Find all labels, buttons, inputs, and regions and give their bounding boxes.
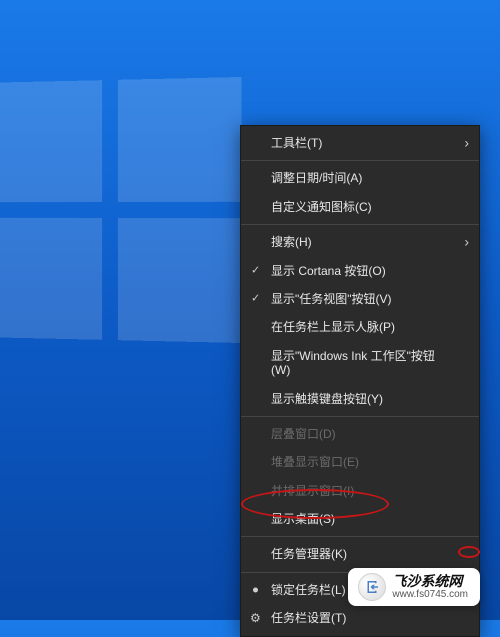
menu-item-show-windows-ink[interactable]: 显示"Windows Ink 工作区"按钮(W) [241, 342, 479, 385]
menu-separator [241, 160, 479, 161]
attribution-badge: 飞沙系统网 www.fs0745.com [348, 568, 480, 606]
menu-separator [241, 416, 479, 417]
menu-item-taskbar-settings[interactable]: 任务栏设置(T) [241, 604, 479, 632]
menu-item-stacked-windows: 堆叠显示窗口(E) [241, 448, 479, 476]
menu-item-search[interactable]: 搜索(H) [241, 228, 479, 256]
menu-item-cascade-windows: 层叠窗口(D) [241, 420, 479, 448]
menu-item-show-task-view[interactable]: 显示"任务视图"按钮(V) [241, 285, 479, 313]
attribution-logo-icon [358, 573, 386, 601]
windows-logo [0, 77, 242, 343]
attribution-url: www.fs0745.com [392, 589, 468, 600]
menu-item-side-by-side: 并排显示窗口(I) [241, 477, 479, 505]
menu-item-toolbars[interactable]: 工具栏(T) [241, 129, 479, 157]
menu-item-adjust-datetime[interactable]: 调整日期/时间(A) [241, 164, 479, 192]
menu-item-task-manager[interactable]: 任务管理器(K) [241, 540, 479, 568]
menu-item-show-cortana[interactable]: 显示 Cortana 按钮(O) [241, 257, 479, 285]
menu-item-customize-notification-icons[interactable]: 自定义通知图标(C) [241, 193, 479, 221]
menu-separator [241, 224, 479, 225]
menu-separator [241, 536, 479, 537]
menu-item-show-people[interactable]: 在任务栏上显示人脉(P) [241, 313, 479, 341]
taskbar-context-menu: 工具栏(T) 调整日期/时间(A) 自定义通知图标(C) 搜索(H) 显示 Co… [240, 125, 480, 637]
menu-item-show-touch-keyboard[interactable]: 显示触摸键盘按钮(Y) [241, 385, 479, 413]
menu-item-show-desktop[interactable]: 显示桌面(S) [241, 505, 479, 533]
attribution-text: 飞沙系统网 www.fs0745.com [392, 574, 468, 599]
attribution-title: 飞沙系统网 [392, 574, 468, 589]
